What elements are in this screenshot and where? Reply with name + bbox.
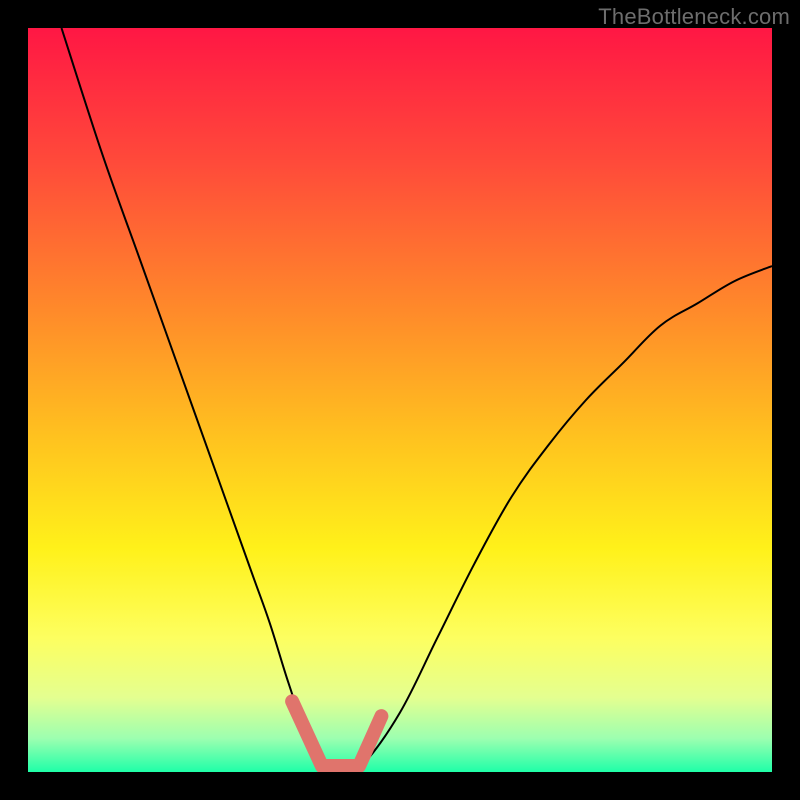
heat-gradient-bg	[28, 28, 772, 772]
chart-frame: TheBottleneck.com	[0, 0, 800, 800]
watermark-text: TheBottleneck.com	[598, 4, 790, 30]
plot-area	[28, 28, 772, 772]
chart-svg	[28, 28, 772, 772]
